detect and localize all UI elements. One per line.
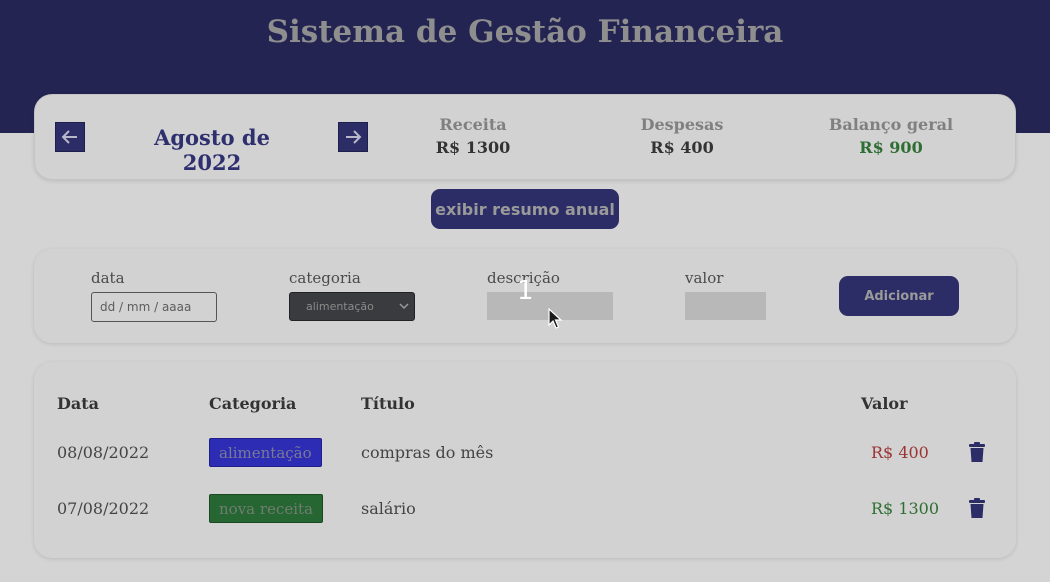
balance-value: R$ 900 bbox=[859, 138, 923, 157]
current-month-label: Agosto de 2022 bbox=[154, 125, 270, 175]
row-title: salário bbox=[361, 499, 416, 518]
header-title: Título bbox=[361, 394, 415, 413]
mouse-cursor-icon bbox=[548, 308, 563, 329]
date-placeholder: dd / mm / aaaa bbox=[100, 300, 192, 314]
annual-summary-button[interactable]: exibir resumo anual bbox=[431, 189, 619, 229]
date-input[interactable]: dd / mm / aaaa bbox=[91, 292, 217, 322]
table-row: 07/08/2022 nova receita salário R$ 1300 bbox=[34, 490, 1016, 530]
prev-month-button[interactable] bbox=[55, 122, 85, 152]
date-label: data bbox=[91, 269, 125, 287]
chevron-down-icon bbox=[399, 303, 409, 310]
income-metric: Receita R$ 1300 bbox=[373, 115, 573, 157]
row-value: R$ 1300 bbox=[871, 499, 940, 518]
amount-input[interactable] bbox=[685, 292, 766, 320]
balance-label: Balanço geral bbox=[828, 115, 954, 134]
row-date: 08/08/2022 bbox=[57, 443, 150, 462]
expense-value: R$ 400 bbox=[650, 138, 714, 157]
category-selected-value: alimentação bbox=[306, 300, 374, 313]
arrow-right-icon bbox=[346, 130, 362, 144]
table-row: 08/08/2022 alimentação compras do mês R$… bbox=[34, 434, 1016, 474]
header-value: Valor bbox=[861, 394, 908, 413]
trash-icon[interactable] bbox=[966, 441, 988, 463]
trash-icon[interactable] bbox=[966, 497, 988, 519]
balance-metric: Balanço geral R$ 900 bbox=[791, 115, 991, 157]
next-month-button[interactable] bbox=[338, 122, 368, 152]
category-label: categoria bbox=[289, 269, 361, 287]
row-date: 07/08/2022 bbox=[57, 499, 150, 518]
category-badge: alimentação bbox=[209, 438, 322, 467]
page-title: Sistema de Gestão Financeira bbox=[266, 14, 784, 50]
step-number-overlay: 1 bbox=[517, 276, 534, 306]
category-badge: nova receita bbox=[209, 494, 323, 523]
row-value: R$ 400 bbox=[871, 443, 929, 462]
category-select[interactable]: alimentação bbox=[289, 292, 415, 321]
transactions-table: Data Categoria Título Valor 08/08/2022 a… bbox=[34, 362, 1016, 558]
income-label: Receita bbox=[439, 115, 507, 134]
summary-card: Agosto de 2022 Receita R$ 1300 Despesas … bbox=[34, 94, 1016, 180]
expense-metric: Despesas R$ 400 bbox=[582, 115, 782, 157]
header-date: Data bbox=[57, 394, 99, 413]
income-value: R$ 1300 bbox=[435, 138, 511, 157]
arrow-left-icon bbox=[61, 130, 77, 144]
add-button[interactable]: Adicionar bbox=[839, 276, 959, 316]
row-title: compras do mês bbox=[361, 443, 494, 462]
header-category: Categoria bbox=[209, 394, 297, 413]
amount-label: valor bbox=[685, 269, 724, 287]
expense-label: Despesas bbox=[640, 115, 724, 134]
